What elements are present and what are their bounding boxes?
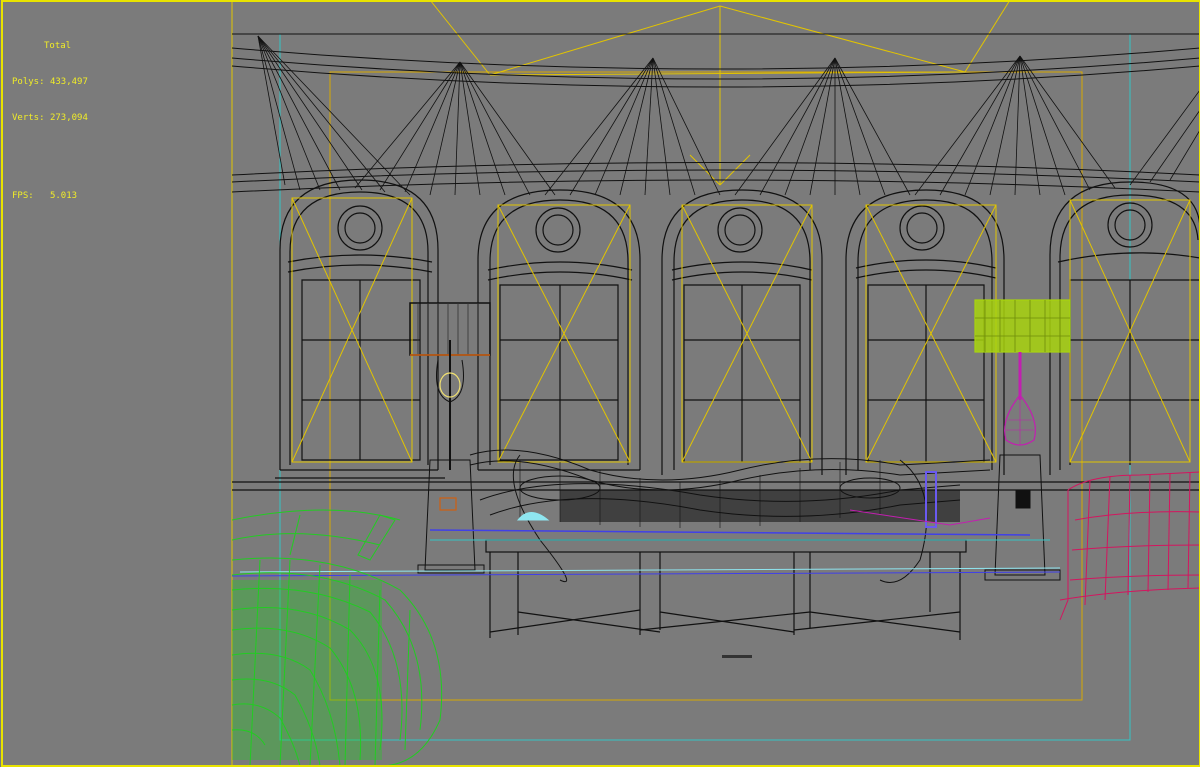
floor-line-cyan bbox=[239, 567, 1061, 573]
floor-line-blue bbox=[231, 571, 1061, 577]
ceiling-cornice bbox=[231, 33, 1200, 193]
window-1 bbox=[275, 179, 445, 479]
fps-value: 5.013 bbox=[49, 191, 78, 201]
polys-row: Polys: 433,497 bbox=[12, 76, 88, 88]
polys-value: 433,497 bbox=[49, 77, 88, 87]
verts-label: Verts: bbox=[12, 113, 45, 123]
table-top-blue bbox=[429, 529, 1031, 536]
viewport-marker bbox=[722, 655, 752, 658]
scene-wireframe[interactable] bbox=[0, 0, 1200, 766]
polys-label: Polys: bbox=[12, 77, 45, 87]
verts-row: Verts: 273,094 bbox=[12, 112, 88, 124]
verts-value: 273,094 bbox=[49, 113, 88, 123]
fps-label: FPS: bbox=[12, 191, 34, 201]
ceiling-light-rig bbox=[429, 0, 1011, 186]
table-lamp-right bbox=[974, 299, 1071, 581]
coffee-table bbox=[485, 539, 967, 640]
cyan-object bbox=[516, 512, 550, 521]
orange-object bbox=[439, 497, 457, 511]
fps-row: FPS: 5.013 bbox=[12, 190, 88, 202]
stats-overlay: Total Polys: 433,497 Verts: 273,094 FPS:… bbox=[12, 16, 88, 226]
green-armchair-fill bbox=[232, 580, 382, 760]
perspective-viewport[interactable]: Total Polys: 433,497 Verts: 273,094 FPS:… bbox=[0, 0, 1200, 767]
stats-title: Total bbox=[44, 41, 72, 51]
window-5 bbox=[1049, 181, 1200, 475]
